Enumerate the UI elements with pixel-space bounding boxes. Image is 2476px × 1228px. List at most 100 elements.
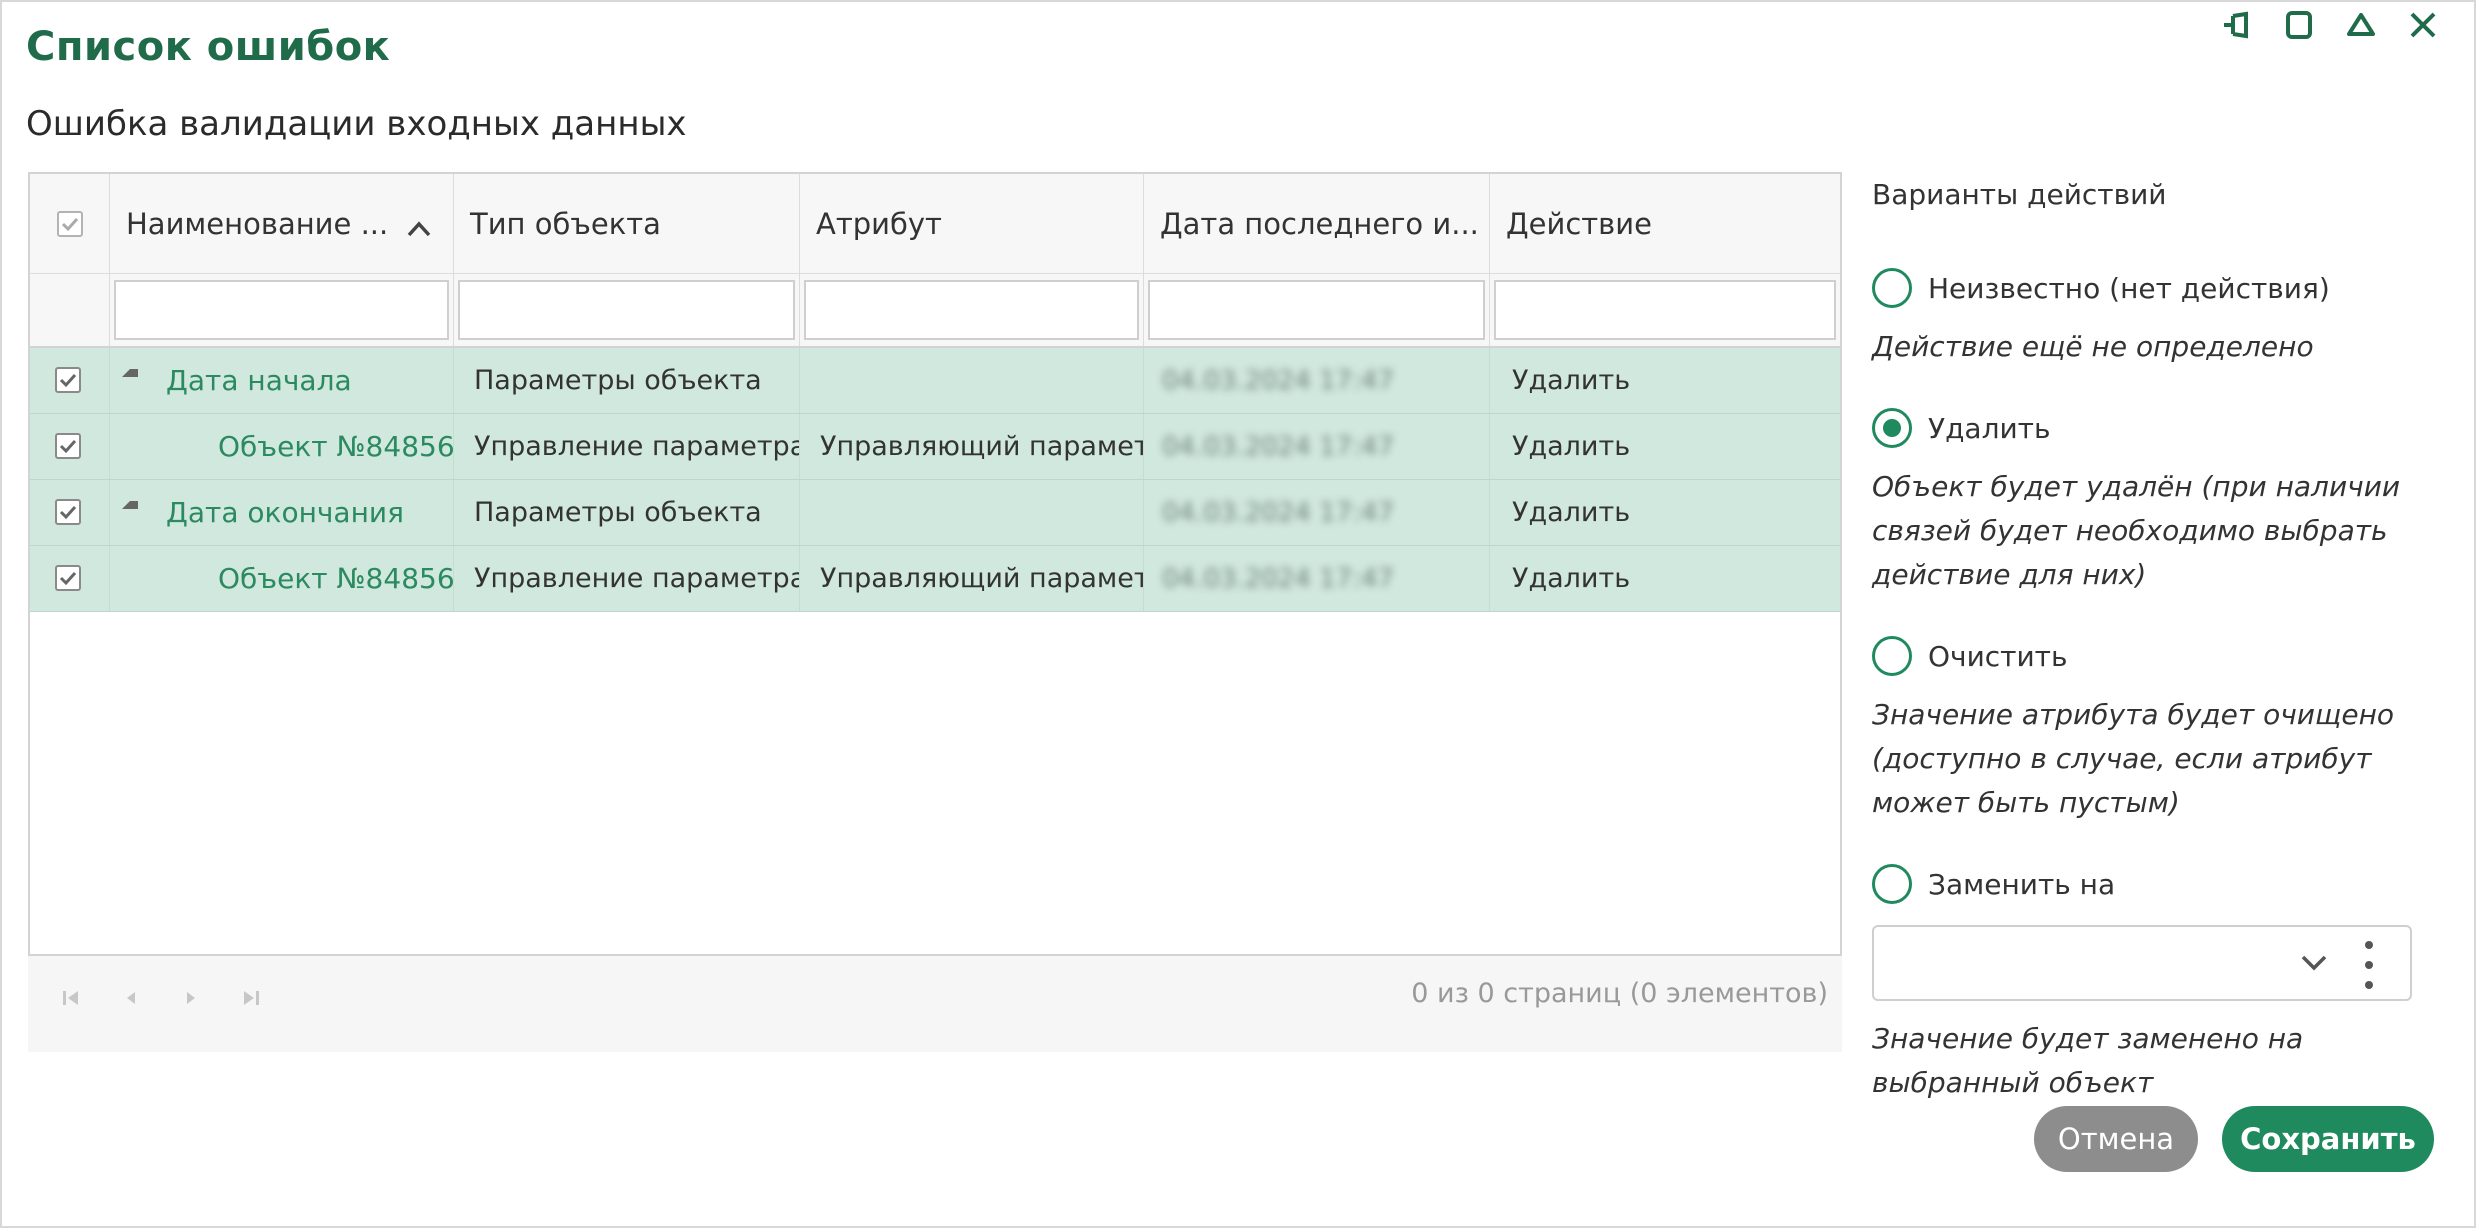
cell-attribute: Управляющий параметр	[800, 546, 1144, 611]
more-vertical-icon[interactable]	[2364, 941, 2374, 989]
radio-delete[interactable]	[1872, 408, 1912, 448]
column-header-name[interactable]: Наименование ...	[110, 174, 454, 273]
pin-icon[interactable]	[2220, 8, 2254, 42]
replace-object-select[interactable]	[1872, 925, 2412, 1001]
select-all-checkbox[interactable]	[57, 211, 83, 237]
cell-name: Дата начала	[110, 348, 454, 413]
grid-header: Наименование ... Тип объекта Атрибут Дат…	[30, 174, 1840, 274]
prev-page-icon[interactable]	[120, 986, 142, 1010]
column-header-label: Тип объекта	[470, 206, 661, 241]
filter-cell-type	[454, 274, 800, 346]
column-header-type[interactable]: Тип объекта	[454, 174, 800, 273]
maximize-icon[interactable]	[2282, 8, 2316, 42]
sort-ascending-icon[interactable]	[407, 210, 431, 237]
expand-triangle-icon[interactable]	[122, 368, 138, 377]
column-header-attribute[interactable]: Атрибут	[800, 174, 1144, 273]
option-label: Очистить	[1928, 639, 2068, 673]
table-row[interactable]: Дата начала Параметры объекта 04.03.2024…	[30, 348, 1840, 414]
grid-pager: 0 из 0 страниц (0 элементов)	[28, 956, 1842, 1052]
save-button[interactable]: Сохранить	[2222, 1106, 2434, 1172]
grid-filter-row	[30, 274, 1840, 348]
radio-unknown[interactable]	[1872, 268, 1912, 308]
row-name-link[interactable]: Объект №848564	[218, 562, 453, 595]
cell-name: Объект №848564	[110, 546, 454, 611]
filter-input-attribute[interactable]	[804, 280, 1139, 340]
row-checkbox[interactable]	[55, 433, 81, 459]
actions-panel: Варианты действий Неизвестно (нет действ…	[1872, 178, 2432, 1141]
option-label: Неизвестно (нет действия)	[1928, 271, 2330, 305]
option-delete[interactable]: Удалить	[1872, 405, 2432, 451]
option-clear[interactable]: Очистить	[1872, 633, 2432, 679]
table-row[interactable]: Дата окончания Параметры объекта 04.03.2…	[30, 480, 1840, 546]
collapse-icon[interactable]	[2344, 8, 2378, 42]
row-checkbox[interactable]	[55, 367, 81, 393]
filter-input-type[interactable]	[458, 280, 795, 340]
option-description: Значение атрибута будет очищено (доступн…	[1872, 698, 2395, 819]
filter-cell-empty	[30, 274, 110, 346]
cell-type: Управление параметрами	[454, 546, 800, 611]
chevron-down-icon[interactable]	[2300, 953, 2328, 973]
filter-cell-name	[110, 274, 454, 346]
cell-date: 04.03.2024 17:47	[1144, 480, 1490, 545]
last-page-icon[interactable]	[240, 986, 262, 1010]
error-list-dialog: Список ошибок Ошибка валидации входных д…	[0, 0, 2476, 1228]
row-name-link[interactable]: Дата окончания	[166, 496, 404, 529]
row-checkbox-cell	[30, 348, 110, 413]
option-label: Заменить на	[1928, 867, 2116, 901]
filter-cell-date	[1144, 274, 1490, 346]
column-header-label: Наименование ...	[126, 206, 389, 241]
cell-attribute	[800, 480, 1144, 545]
cell-attribute: Управляющий параметр	[800, 414, 1144, 479]
filter-cell-attribute	[800, 274, 1144, 346]
column-header-label: Атрибут	[816, 206, 942, 241]
window-controls	[2220, 8, 2440, 42]
column-header-label: Дата последнего и...	[1160, 206, 1479, 241]
row-name-link[interactable]: Объект №848562	[218, 430, 453, 463]
row-name-link[interactable]: Дата начала	[166, 364, 352, 397]
cell-action: Удалить	[1512, 497, 1631, 528]
header-select-all-cell	[30, 174, 110, 273]
cell-name: Дата окончания	[110, 480, 454, 545]
row-checkbox-cell	[30, 546, 110, 611]
cell-attribute	[800, 348, 1144, 413]
blurred-date: 04.03.2024 17:47	[1162, 431, 1395, 462]
filter-input-date[interactable]	[1148, 280, 1485, 340]
column-header-last-date[interactable]: Дата последнего и...	[1144, 174, 1490, 273]
cell-date: 04.03.2024 17:47	[1144, 348, 1490, 413]
filter-input-action[interactable]	[1494, 280, 1836, 340]
column-header-label: Действие	[1506, 206, 1652, 241]
column-header-action[interactable]: Действие	[1490, 174, 1840, 273]
cell-type: Параметры объекта	[454, 348, 800, 413]
pager-info: 0 из 0 страниц (0 элементов)	[1411, 978, 1828, 1009]
radio-replace[interactable]	[1872, 864, 1912, 904]
option-description: Действие ещё не определено	[1872, 330, 2314, 363]
cell-type: Управление параметрами	[454, 414, 800, 479]
row-checkbox[interactable]	[55, 499, 81, 525]
cancel-button[interactable]: Отмена	[2034, 1106, 2198, 1172]
filter-input-name[interactable]	[114, 280, 449, 340]
cell-type: Параметры объекта	[454, 480, 800, 545]
dialog-subtitle: Ошибка валидации входных данных	[26, 104, 687, 144]
blurred-date: 04.03.2024 17:47	[1162, 365, 1395, 396]
option-replace[interactable]: Заменить на	[1872, 861, 2432, 907]
close-icon[interactable]	[2406, 8, 2440, 42]
dialog-title: Список ошибок	[26, 24, 391, 70]
option-description: Значение будет заменено на выбранный объ…	[1872, 1022, 2304, 1099]
expand-triangle-icon[interactable]	[122, 500, 138, 509]
blurred-date: 04.03.2024 17:47	[1162, 563, 1395, 594]
option-unknown[interactable]: Неизвестно (нет действия)	[1872, 265, 2432, 311]
next-page-icon[interactable]	[180, 986, 202, 1010]
blurred-date: 04.03.2024 17:47	[1162, 497, 1395, 528]
row-checkbox-cell	[30, 414, 110, 479]
first-page-icon[interactable]	[60, 986, 82, 1010]
row-checkbox[interactable]	[55, 565, 81, 591]
option-description: Объект будет удалён (при наличии связей …	[1872, 470, 2401, 591]
table-row[interactable]: Объект №848564 Управление параметрами Уп…	[30, 546, 1840, 612]
row-checkbox-cell	[30, 480, 110, 545]
option-label: Удалить	[1928, 411, 2051, 445]
cell-date: 04.03.2024 17:47	[1144, 546, 1490, 611]
cell-date: 04.03.2024 17:47	[1144, 414, 1490, 479]
radio-clear[interactable]	[1872, 636, 1912, 676]
table-row[interactable]: Объект №848562 Управление параметрами Уп…	[30, 414, 1840, 480]
errors-grid: Наименование ... Тип объекта Атрибут Дат…	[28, 172, 1842, 956]
